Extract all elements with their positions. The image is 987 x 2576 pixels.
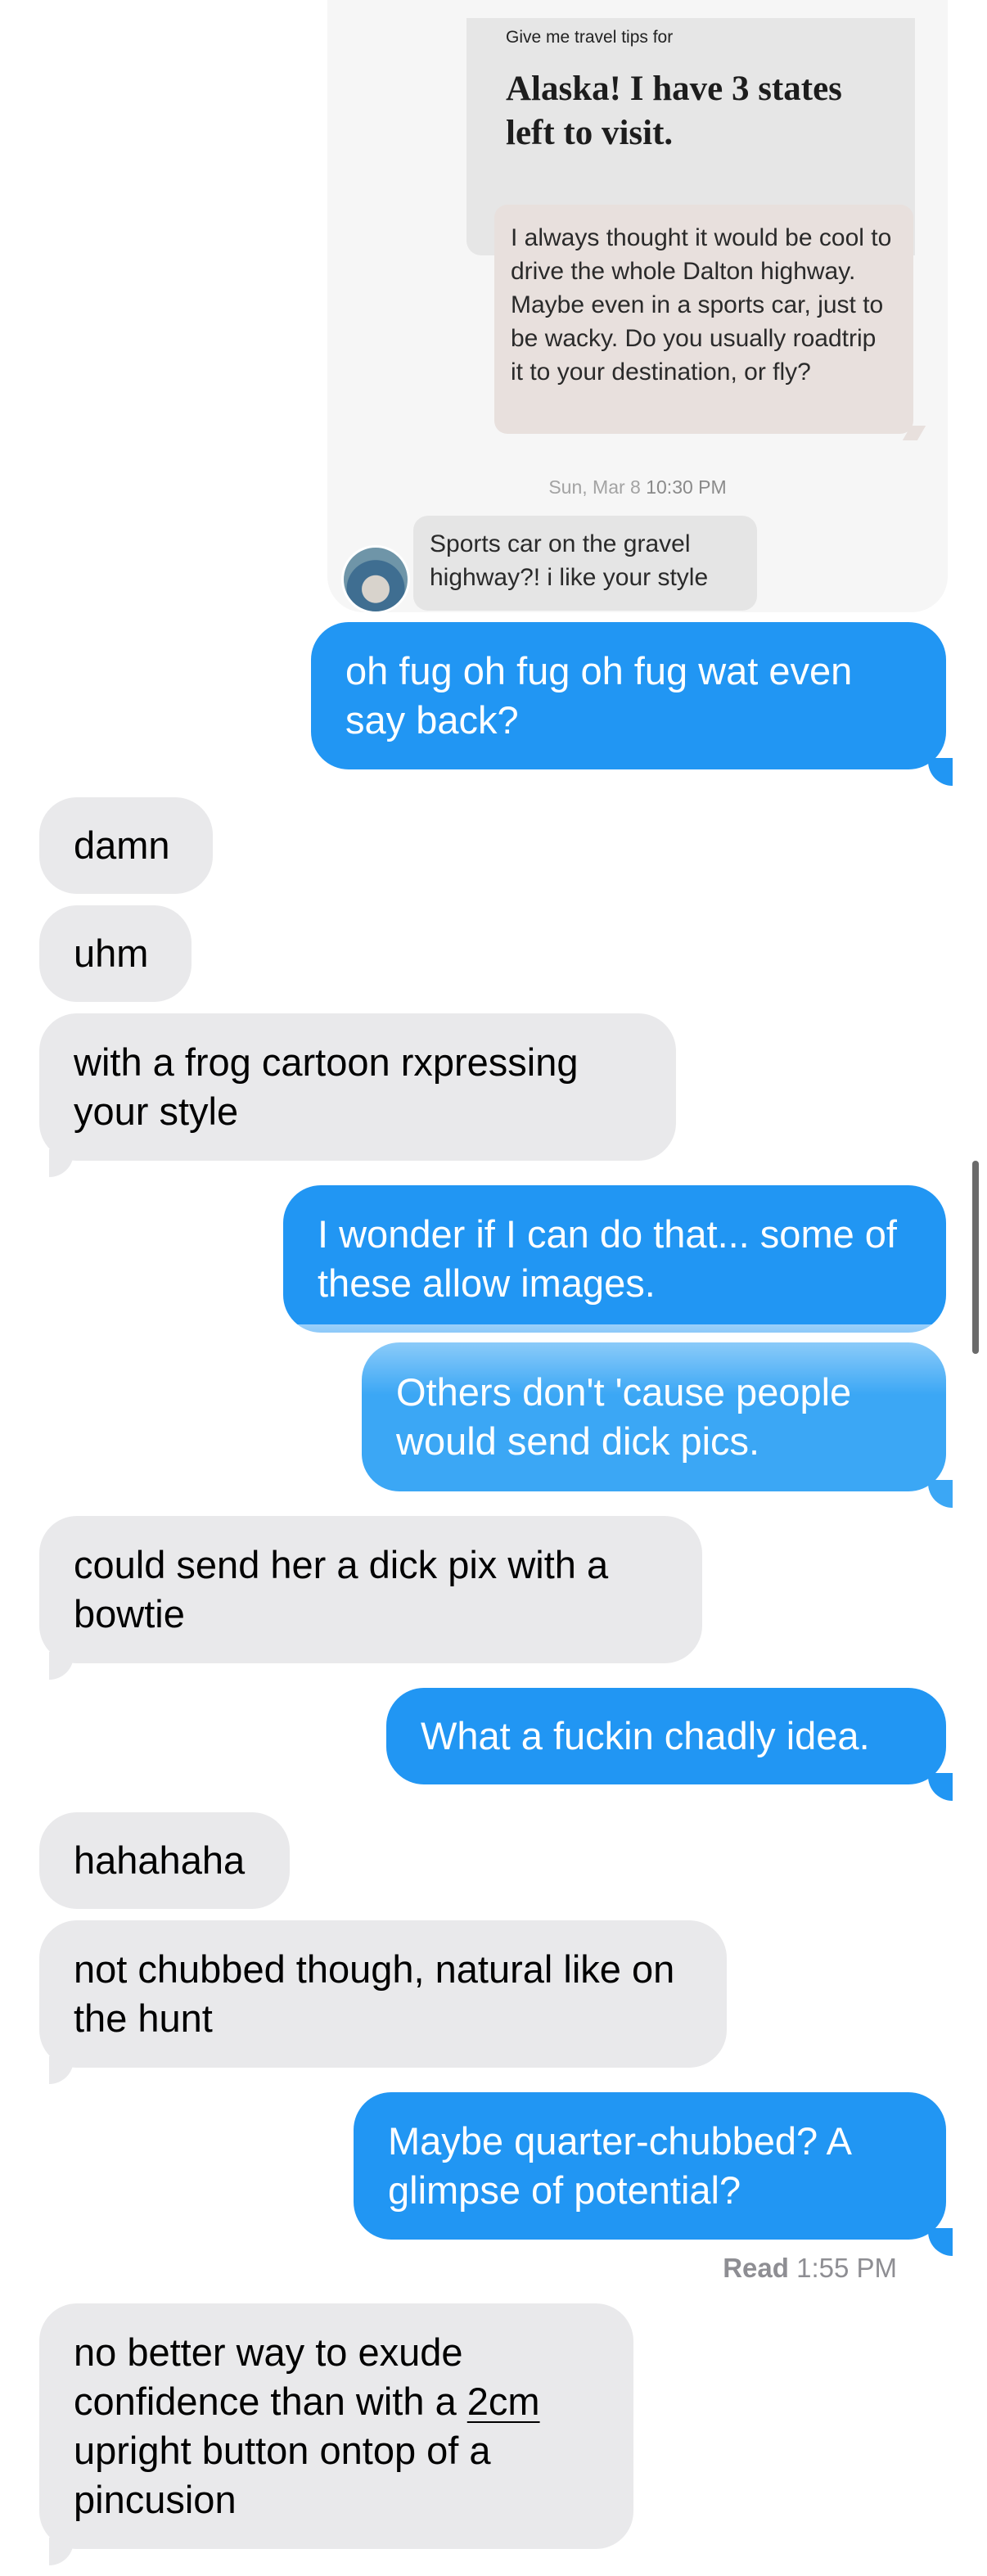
message-bubble-received[interactable]: damn bbox=[39, 797, 213, 894]
message-bubble-received[interactable]: not chubbed though, natural like on the … bbox=[39, 1920, 727, 2068]
message-bubble-received[interactable]: no better way to exude confidence than w… bbox=[39, 2303, 633, 2549]
message-bubble-received[interactable]: uhm bbox=[39, 905, 192, 1002]
message-bubble-received[interactable]: hahahaha bbox=[39, 1812, 290, 1909]
message-text: no better way to exude confidence than w… bbox=[74, 2328, 599, 2524]
message-bubble-sent[interactable]: Others don't 'cause people would send di… bbox=[362, 1342, 946, 1491]
card-timestamp: Sun, Mar 8 10:30 PM bbox=[327, 476, 948, 499]
message-text: Maybe quarter-chubbed? A glimpse of pote… bbox=[388, 2119, 850, 2212]
message-text: uhm bbox=[74, 932, 149, 975]
message-text-part: no better way to exude confidence than w… bbox=[74, 2330, 467, 2423]
bubble-tail bbox=[49, 1149, 74, 1177]
avatar[interactable] bbox=[341, 545, 410, 614]
read-receipt-time: 1:55 PM bbox=[796, 2253, 897, 2283]
message-text: not chubbed though, natural like on the … bbox=[74, 1947, 675, 2040]
card-reply-message: Sports car on the gravel highway?! i lik… bbox=[413, 516, 757, 611]
scroll-indicator[interactable] bbox=[972, 1161, 979, 1354]
message-text: could send her a dick pix with a bowtie bbox=[74, 1543, 609, 1635]
bubble-tail bbox=[49, 2538, 74, 2565]
message-text: hahahaha bbox=[74, 1838, 246, 1882]
read-receipt: Read 1:55 PM bbox=[723, 2253, 897, 2284]
read-receipt-label: Read bbox=[723, 2253, 789, 2283]
card-timestamp-day: Sun, Mar 8 bbox=[548, 476, 641, 498]
prompt-label: Give me travel tips for bbox=[506, 28, 674, 47]
message-bubble-sent[interactable]: I wonder if I can do that... some of the… bbox=[283, 1185, 946, 1333]
message-text: oh fug oh fug oh fug wat even say back? bbox=[345, 649, 853, 742]
comment-card: I always thought it would be cool to dri… bbox=[494, 205, 913, 434]
card-timestamp-time: 10:30 PM bbox=[646, 476, 727, 498]
message-text: What a fuckin chadly idea. bbox=[421, 1714, 870, 1757]
detected-link[interactable]: 2cm bbox=[467, 2380, 540, 2423]
message-bubble-received[interactable]: could send her a dick pix with a bowtie bbox=[39, 1516, 702, 1663]
message-text: I wonder if I can do that... some of the… bbox=[318, 1212, 897, 1305]
message-text: Others don't 'cause people would send di… bbox=[396, 1370, 852, 1463]
message-text-part: upright button ontop of a pincusion bbox=[74, 2429, 491, 2521]
bubble-tail bbox=[49, 1652, 74, 1680]
message-bubble-sent[interactable]: oh fug oh fug oh fug wat even say back? bbox=[311, 622, 946, 769]
bubble-tail bbox=[928, 1773, 953, 1801]
message-text: with a frog cartoon rxpressing your styl… bbox=[74, 1040, 579, 1133]
message-bubble-received[interactable]: with a frog cartoon rxpressing your styl… bbox=[39, 1013, 676, 1161]
bubble-tail bbox=[928, 758, 953, 786]
message-bubble-sent[interactable]: Maybe quarter-chubbed? A glimpse of pote… bbox=[354, 2092, 946, 2240]
bubble-tail bbox=[928, 1480, 953, 1508]
message-text: damn bbox=[74, 823, 170, 867]
bubble-tail bbox=[49, 2056, 74, 2084]
prompt-answer: Alaska! I have 3 states left to visit. bbox=[506, 70, 842, 152]
message-bubble-sent[interactable]: What a fuckin chadly idea. bbox=[386, 1688, 946, 1784]
bubble-tail bbox=[928, 2228, 953, 2256]
